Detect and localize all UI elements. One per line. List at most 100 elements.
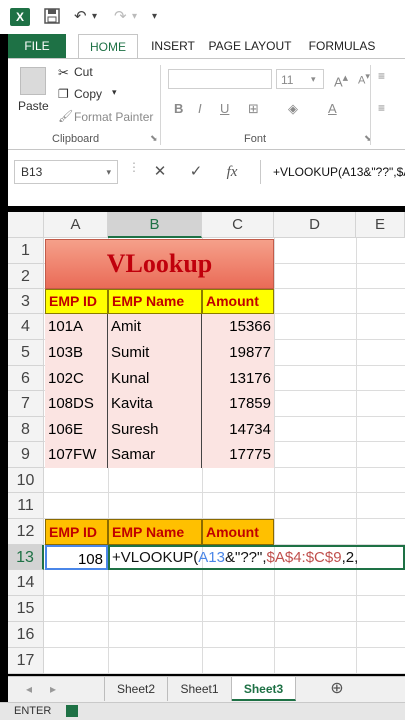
- row-gridline: [44, 647, 405, 648]
- cell-emp-id[interactable]: 103B: [45, 340, 108, 366]
- ribbon-tabs: FILE HOME INSERT PAGE LAYOUT FORMULAS: [8, 34, 405, 58]
- insert-function-icon[interactable]: fx: [220, 160, 244, 184]
- cell-emp-id[interactable]: 106E: [45, 417, 108, 442]
- paste-icon[interactable]: [20, 67, 46, 95]
- row-header-14[interactable]: 14: [8, 570, 44, 596]
- redo-dropdown-icon[interactable]: ▾: [132, 8, 137, 26]
- format-painter-button[interactable]: Format Painter: [74, 110, 153, 124]
- format-painter-icon[interactable]: 🖌: [58, 109, 73, 123]
- column-header-a[interactable]: A: [44, 212, 108, 238]
- row-header-10[interactable]: 10: [8, 468, 44, 493]
- header-emp-id[interactable]: EMP ID: [45, 289, 108, 314]
- clipboard-launcher-icon[interactable]: ⬊: [150, 133, 158, 144]
- tab-page-layout[interactable]: PAGE LAYOUT: [204, 34, 296, 58]
- borders-icon[interactable]: ⊞: [248, 101, 259, 117]
- row-header-1[interactable]: 1: [8, 238, 44, 264]
- cell-emp-id[interactable]: 108DS: [45, 391, 108, 417]
- row-header-7[interactable]: 7: [8, 391, 44, 417]
- font-name-dropdown[interactable]: [168, 69, 272, 89]
- fill-color-icon[interactable]: ◈: [288, 101, 298, 117]
- select-all-corner[interactable]: [8, 212, 44, 238]
- save-icon[interactable]: [44, 8, 60, 26]
- copy-dropdown-icon[interactable]: ▾: [112, 87, 117, 98]
- formula-ref-range: $A$4:$C$9: [266, 549, 342, 566]
- row-header-12[interactable]: 12: [8, 519, 44, 545]
- lookup-header-emp-name[interactable]: EMP Name: [108, 519, 202, 545]
- cell-amount[interactable]: 17775: [202, 442, 274, 468]
- column-header-e[interactable]: E: [356, 212, 405, 238]
- title-cell[interactable]: VLookup: [45, 239, 274, 289]
- increase-font-icon[interactable]: A▴: [334, 71, 348, 89]
- scroll-left-icon[interactable]: ◂: [22, 677, 36, 701]
- formula-input[interactable]: +VLOOKUP(A13&"??",$A: [260, 160, 405, 184]
- align-top-icon[interactable]: ≡: [378, 69, 385, 83]
- cell-amount[interactable]: 15366: [202, 314, 274, 340]
- cell-amount[interactable]: 19877: [202, 340, 274, 366]
- row-header-13[interactable]: 13: [8, 545, 44, 570]
- cell-emp-id[interactable]: 107FW: [45, 442, 108, 468]
- row-header-9[interactable]: 9: [8, 442, 44, 468]
- column-header-d[interactable]: D: [274, 212, 356, 238]
- cell-amount[interactable]: 13176: [202, 366, 274, 391]
- header-amount[interactable]: Amount: [202, 289, 274, 314]
- name-box[interactable]: B13 ▾: [14, 160, 118, 184]
- column-header-c[interactable]: C: [202, 212, 274, 238]
- row-header-6[interactable]: 6: [8, 366, 44, 391]
- row-header-4[interactable]: 4: [8, 314, 44, 340]
- font-size-dropdown[interactable]: 11 ▾: [276, 69, 324, 89]
- lookup-header-emp-id[interactable]: EMP ID: [45, 519, 108, 545]
- row-header-8[interactable]: 8: [8, 417, 44, 442]
- cell-emp-name[interactable]: Sumit: [108, 340, 202, 366]
- bold-button[interactable]: B: [174, 101, 183, 116]
- header-emp-name[interactable]: EMP Name: [108, 289, 202, 314]
- cut-button[interactable]: Cut: [74, 65, 93, 79]
- align-left-icon[interactable]: ≡: [378, 101, 385, 115]
- lookup-value-cell[interactable]: 108: [45, 545, 108, 570]
- cell-emp-name[interactable]: Samar: [108, 442, 202, 468]
- cell-amount[interactable]: 14734: [202, 417, 274, 442]
- cell-emp-name[interactable]: Amit: [108, 314, 202, 340]
- row-header-11[interactable]: 11: [8, 493, 44, 519]
- cut-icon[interactable]: ✂: [58, 65, 69, 81]
- column-header-b[interactable]: B: [108, 212, 202, 238]
- cell-amount[interactable]: 17859: [202, 391, 274, 417]
- cell-emp-name[interactable]: Suresh: [108, 417, 202, 442]
- macro-record-icon[interactable]: [66, 705, 78, 717]
- row-header-3[interactable]: 3: [8, 289, 44, 314]
- cell-emp-id[interactable]: 102C: [45, 366, 108, 391]
- row-header-5[interactable]: 5: [8, 340, 44, 366]
- tab-formulas[interactable]: FORMULAS: [306, 34, 378, 58]
- paste-button[interactable]: Paste: [18, 99, 49, 113]
- cell-emp-name[interactable]: Kavita: [108, 391, 202, 417]
- sheet-tab-sheet1[interactable]: Sheet1: [168, 677, 232, 701]
- row-header-15[interactable]: 15: [8, 596, 44, 622]
- cell-emp-name[interactable]: Kunal: [108, 366, 202, 391]
- row-header-2[interactable]: 2: [8, 264, 44, 289]
- decrease-font-icon[interactable]: A▾: [358, 71, 370, 87]
- row-header-17[interactable]: 17: [8, 648, 44, 674]
- tab-home[interactable]: HOME: [78, 34, 138, 58]
- scroll-right-icon[interactable]: ▸: [46, 677, 60, 701]
- cell-emp-id[interactable]: 101A: [45, 314, 108, 340]
- worksheet-grid[interactable]: A B C D E 1 2 3 4 5 6 7 8 9 10 11 12 13 14 15 16 17 VLoo…: [8, 212, 405, 674]
- copy-button[interactable]: Copy: [74, 87, 102, 101]
- tab-file[interactable]: FILE: [8, 34, 66, 58]
- underline-button[interactable]: U: [220, 101, 229, 116]
- cell-formula[interactable]: +VLOOKUP(A13&"??",$A$4:$C$9,2,: [112, 549, 358, 566]
- customize-qat-icon[interactable]: ▾: [152, 8, 157, 26]
- lookup-header-amount[interactable]: Amount: [202, 519, 274, 545]
- sheet-tab-sheet2[interactable]: Sheet2: [104, 677, 168, 701]
- undo-icon[interactable]: ↶: [74, 8, 87, 26]
- italic-button[interactable]: I: [198, 101, 202, 116]
- new-sheet-icon[interactable]: ⊕: [326, 677, 348, 701]
- row-header-16[interactable]: 16: [8, 622, 44, 648]
- redo-icon[interactable]: ↷: [114, 8, 127, 26]
- sheet-tab-sheet3[interactable]: Sheet3: [232, 677, 296, 701]
- undo-dropdown-icon[interactable]: ▾: [92, 8, 97, 26]
- cancel-icon[interactable]: ✕: [148, 160, 172, 184]
- tab-insert[interactable]: INSERT: [144, 34, 202, 58]
- copy-icon[interactable]: ❐: [58, 87, 69, 101]
- enter-check-icon[interactable]: ✓: [184, 160, 208, 184]
- font-color-icon[interactable]: A: [328, 101, 337, 116]
- title-bar: X ↶ ▾ ↷ ▾ ▾: [0, 0, 405, 34]
